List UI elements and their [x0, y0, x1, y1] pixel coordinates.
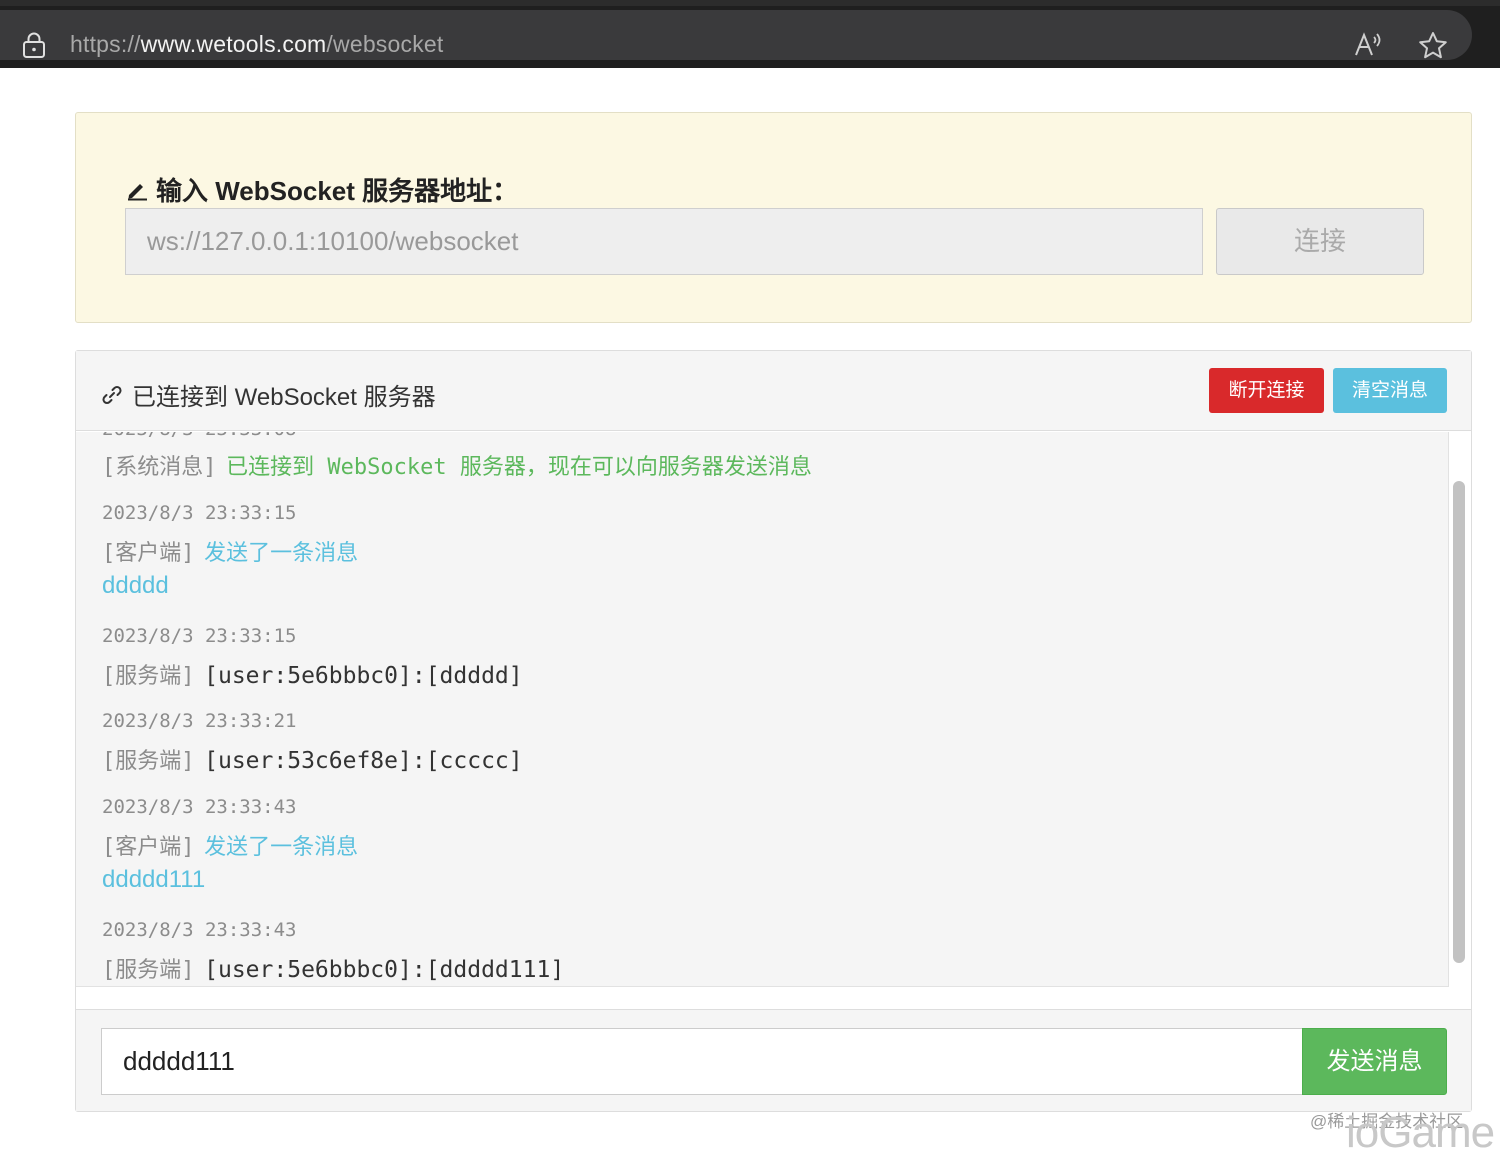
log-client-text: 发送了一条消息: [204, 835, 359, 860]
log-entry-server: [服务端] [user:53c6ef8e]:[ccccc]: [102, 743, 523, 775]
url-text[interactable]: https://www.wetools.com/websocket: [70, 31, 443, 58]
log-tag: [客户端]: [102, 835, 195, 860]
log-system-text: 已连接到 WebSocket 服务器，现在可以向服务器发送消息: [226, 455, 812, 480]
log-entry-server: [服务端] [user:5e6bbbc0]:[ddddd]: [102, 658, 523, 690]
connection-status-text: 已连接到 WebSocket 服务器: [132, 384, 436, 411]
pencil-icon: [128, 183, 147, 200]
link-icon: [102, 385, 122, 404]
log-entry-system: [系统消息] 已连接到 WebSocket 服务器，现在可以向服务器发送消息: [102, 449, 812, 481]
message-panel-header: 已连接到 WebSocket 服务器 断开连接 清空消息: [76, 351, 1471, 431]
message-input[interactable]: ddddd111: [101, 1028, 1303, 1095]
log-timestamp: 2023/8/3 23:33:15: [102, 502, 297, 524]
send-message-button[interactable]: 发送消息: [1302, 1028, 1447, 1095]
read-aloud-icon[interactable]: [1354, 32, 1384, 58]
server-address-input[interactable]: ws://127.0.0.1:10100/websocket: [125, 208, 1203, 275]
log-tag: [服务端]: [102, 958, 195, 983]
watermark-logo: ioGame: [1346, 1108, 1495, 1157]
browser-toolbar: https://www.wetools.com/websocket: [0, 0, 1500, 68]
log-client-message: ddddd111: [102, 866, 206, 893]
log-entry-client: [客户端] 发送了一条消息: [102, 535, 358, 567]
log-client-message: ddddd: [102, 572, 169, 599]
log-scrollbar[interactable]: [1453, 481, 1465, 963]
url-path: /websocket: [326, 31, 444, 57]
address-label-text: 输入 WebSocket 服务器地址：: [156, 176, 519, 206]
lock-icon[interactable]: [22, 32, 46, 58]
log-tag: [服务端]: [102, 664, 195, 689]
log-entry-client: [客户端] 发送了一条消息: [102, 829, 358, 861]
log-timestamp: 2023/8/3 23:33:08: [102, 432, 296, 440]
star-icon[interactable]: [1418, 31, 1448, 59]
send-row: ddddd111 发送消息: [76, 1009, 1471, 1111]
log-tag: [系统消息]: [102, 455, 217, 480]
log-server-text: [user:5e6bbbc0]:[ddddd111]: [204, 957, 565, 983]
log-client-text: 发送了一条消息: [204, 541, 359, 566]
address-bar[interactable]: https://www.wetools.com/websocket: [0, 10, 1472, 60]
log-timestamp: 2023/8/3 23:33:43: [102, 919, 297, 941]
connect-button[interactable]: 连接: [1216, 208, 1424, 275]
clear-messages-button[interactable]: 清空消息: [1333, 368, 1447, 413]
server-address-panel: 输入 WebSocket 服务器地址： ws://127.0.0.1:10100…: [75, 112, 1472, 323]
message-panel: 已连接到 WebSocket 服务器 断开连接 清空消息 2023/8/3 23…: [75, 350, 1472, 1112]
log-timestamp: 2023/8/3 23:33:43: [102, 796, 297, 818]
address-label: 输入 WebSocket 服务器地址：: [126, 171, 518, 208]
disconnect-button[interactable]: 断开连接: [1209, 368, 1324, 413]
log-tag: [服务端]: [102, 749, 195, 774]
url-host: www.wetools.com: [140, 31, 327, 57]
log-server-text: [user:53c6ef8e]:[ccccc]: [204, 748, 523, 774]
log-server-text: [user:5e6bbbc0]:[ddddd]: [204, 663, 523, 689]
log-tag: [客户端]: [102, 541, 195, 566]
log-entry-server: [服务端] [user:5e6bbbc0]:[ddddd111]: [102, 952, 564, 984]
log-timestamp: 2023/8/3 23:33:21: [102, 710, 297, 732]
log-timestamp: 2023/8/3 23:33:15: [102, 625, 297, 647]
connection-status: 已连接到 WebSocket 服务器: [101, 377, 436, 412]
message-log[interactable]: 2023/8/3 23:33:08 [系统消息] 已连接到 WebSocket …: [76, 432, 1449, 987]
tab-strip: [0, 0, 1500, 6]
url-scheme: https://: [70, 31, 141, 57]
